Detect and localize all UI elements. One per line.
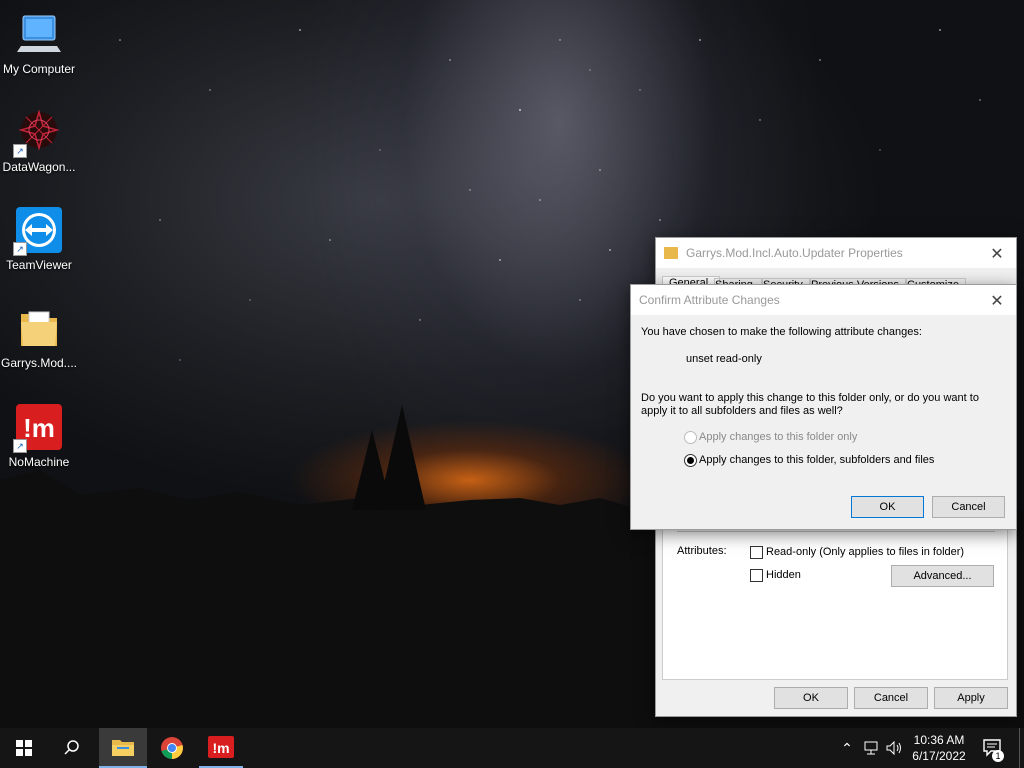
question-text-line1: Do you want to apply this change to this… <box>641 392 979 404</box>
show-desktop-button[interactable] <box>1019 728 1024 768</box>
desktop-icon-label: DataWagon... <box>2 160 76 174</box>
confirm-titlebar[interactable]: Confirm Attribute Changes ✕ <box>631 285 1016 315</box>
svg-text:!m: !m <box>212 740 229 756</box>
advanced-button[interactable]: Advanced... <box>891 565 994 587</box>
shortcut-arrow-icon: ↗ <box>13 439 27 453</box>
all-subfolders-label[interactable]: Apply changes to this folder, subfolders… <box>699 454 934 466</box>
datawagon-icon: ↗ <box>13 108 63 158</box>
intro-text: You have chosen to make the following at… <box>641 326 922 338</box>
desktop-icon-datawagon[interactable]: ↗ DataWagon... <box>0 108 78 174</box>
confirm-cancel-button[interactable]: Cancel <box>932 496 1005 518</box>
confirm-attribute-changes-dialog: Confirm Attribute Changes ✕ You have cho… <box>630 284 1017 530</box>
hidden-checkbox[interactable] <box>750 569 763 582</box>
cancel-button[interactable]: Cancel <box>854 687 928 709</box>
action-center-button[interactable]: 1 <box>978 728 1008 768</box>
readonly-label[interactable]: Read-only (Only applies to files in fold… <box>766 546 964 558</box>
desktop-icon-label: NoMachine <box>8 455 70 469</box>
properties-title: Garrys.Mod.Incl.Auto.Updater Properties <box>686 246 903 260</box>
shortcut-arrow-icon: ↗ <box>13 144 27 158</box>
notification-badge: 1 <box>992 750 1004 762</box>
start-button[interactable] <box>0 728 48 768</box>
chrome-icon <box>161 737 183 759</box>
svg-text:!m: !m <box>23 413 55 443</box>
teamviewer-icon: ↗ <box>13 206 63 256</box>
desktop-icon-teamviewer[interactable]: ↗ TeamViewer <box>0 206 78 272</box>
divider <box>677 531 995 532</box>
taskbar-chrome[interactable] <box>150 728 194 768</box>
search-icon <box>64 740 79 755</box>
question-text-line2: apply it to all subfolders and files as … <box>641 405 843 417</box>
readonly-checkbox[interactable] <box>750 546 763 559</box>
desktop-icon-nomachine[interactable]: !m ↗ NoMachine <box>0 403 78 469</box>
hidden-label[interactable]: Hidden <box>766 569 801 581</box>
nomachine-icon: !m <box>208 736 234 758</box>
properties-titlebar[interactable]: Garrys.Mod.Incl.Auto.Updater Properties … <box>656 238 1016 268</box>
volume-icon[interactable] <box>884 728 906 768</box>
folder-icon <box>15 304 63 352</box>
taskbar: !m ⌃ 10:36 AM 6/17/2022 1 <box>0 728 1024 768</box>
close-icon[interactable]: ✕ <box>988 291 1006 311</box>
ok-button[interactable]: OK <box>774 687 848 709</box>
change-text: unset read-only <box>686 353 762 365</box>
file-explorer-icon <box>112 740 134 756</box>
chevron-up-icon[interactable]: ⌃ <box>838 728 856 768</box>
attributes-label: Attributes: <box>677 545 727 557</box>
taskbar-nomachine[interactable]: !m <box>199 728 243 768</box>
desktop-icon-label: Garrys.Mod.... <box>0 356 77 370</box>
clock-time: 10:36 AM <box>913 733 965 747</box>
clock-date: 6/17/2022 <box>912 749 966 763</box>
network-icon[interactable] <box>860 728 882 768</box>
desktop-icon-my-computer[interactable]: My Computer <box>0 10 78 76</box>
folder-only-radio[interactable] <box>684 431 697 444</box>
confirm-ok-button[interactable]: OK <box>851 496 924 518</box>
clock[interactable]: 10:36 AM 6/17/2022 <box>906 732 972 764</box>
confirm-title: Confirm Attribute Changes <box>639 293 780 307</box>
shortcut-arrow-icon: ↗ <box>13 242 27 256</box>
all-subfolders-radio[interactable] <box>684 454 697 467</box>
desktop-icon-label: My Computer <box>2 62 76 76</box>
folder-icon <box>664 247 678 259</box>
search-button[interactable] <box>48 728 96 768</box>
folder-only-label[interactable]: Apply changes to this folder only <box>699 431 857 443</box>
desktop-icon-garrys-mod[interactable]: Garrys.Mod.... <box>0 304 78 370</box>
windows-logo-icon <box>16 740 32 756</box>
tab-panel: Attributes: Read-only (Only applies to f… <box>662 528 1008 680</box>
desktop-icon-label: TeamViewer <box>6 258 72 272</box>
computer-icon <box>15 10 63 58</box>
apply-button[interactable]: Apply <box>934 687 1008 709</box>
taskbar-file-explorer[interactable] <box>99 728 147 768</box>
close-icon[interactable]: ✕ <box>988 244 1006 264</box>
nomachine-icon: !m ↗ <box>13 403 63 453</box>
